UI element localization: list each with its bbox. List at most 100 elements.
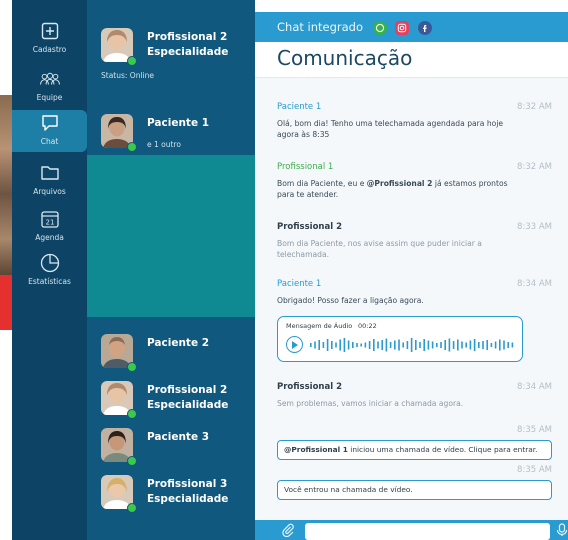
message-time: 8:33 AM [517, 222, 552, 232]
contact-name: Paciente 2 [147, 337, 210, 349]
play-button[interactable] [286, 336, 303, 353]
message-list: Paciente 1 8:32 AM Olá, bom dia! Tenho u… [255, 78, 568, 520]
instagram-icon[interactable] [395, 21, 409, 35]
waveform-bar [398, 339, 400, 351]
waveform-bar [431, 341, 434, 349]
nav-item-arquivos[interactable]: Arquivos [12, 160, 87, 208]
video-thumbnail-strip [0, 95, 12, 330]
message-time: 8:34 AM [517, 382, 552, 392]
audio-duration: 00:22 [358, 322, 377, 330]
profile-card[interactable]: Profissional 2 Especialidade [87, 24, 255, 70]
waveform-bar [507, 342, 509, 348]
whatsapp-icon[interactable] [373, 21, 387, 35]
contact-item-profissional-2[interactable]: Profissional 2 Especialidade [87, 377, 255, 423]
online-status-dot [127, 503, 137, 513]
waveform-bar [402, 342, 404, 348]
nav-item-chat[interactable]: Chat [12, 110, 87, 152]
contact-name: Profissional 3 Especialidade [147, 477, 228, 507]
waveform-bar [318, 340, 320, 350]
waveform-bar [347, 340, 350, 350]
waveform-bar [465, 342, 467, 348]
waveform-bar [335, 342, 337, 348]
chat-icon [39, 112, 61, 134]
system-message-time: 8:35 AM [517, 425, 552, 435]
contact-subtitle: e 1 outro [147, 140, 181, 149]
waveform-bar [478, 342, 480, 348]
mention[interactable]: @Profissional 2 [367, 179, 433, 188]
waveform-bar [436, 343, 438, 347]
waveform-bar [444, 340, 446, 350]
waveform-bar [356, 343, 358, 347]
message-time: 8:34 AM [517, 279, 552, 289]
nav-item-agenda[interactable]: 21 Agenda [12, 206, 87, 254]
message-text: Bom dia Paciente, nos avise assim que pu… [277, 239, 482, 259]
icon-sidebar: Cadastro Equipe Chat Arquivos 21 Agenda [12, 0, 87, 540]
message-sender: Paciente 1 [277, 102, 322, 112]
message-input[interactable] [305, 523, 550, 540]
waveform-bar [410, 338, 413, 352]
message-sender: Profissional 2 [277, 382, 343, 392]
waveform-bar [461, 341, 463, 349]
waveform-bar [406, 341, 409, 349]
system-message-text: iniciou uma chamada de vídeo. Clique par… [347, 445, 538, 454]
team-icon [39, 68, 61, 90]
plus-square-icon [39, 20, 61, 42]
waveform-bar [394, 340, 396, 350]
nav-item-estatisticas[interactable]: Estatísticas [12, 250, 87, 298]
system-message-text: Você entrou na chamada de vídeo. [284, 485, 413, 494]
waveform-bar [381, 340, 383, 350]
waveform-bar [343, 338, 346, 352]
folder-icon [39, 162, 61, 184]
message-time: 8:32 AM [517, 162, 552, 172]
contact-item-profissional-3[interactable]: Profissional 3 Especialidade [87, 471, 255, 517]
waveform-bar [427, 340, 430, 350]
waveform-bar [314, 341, 316, 349]
nav-label: Arquivos [33, 187, 66, 196]
online-status-dot [127, 456, 137, 466]
status-text: Status: Online [101, 71, 155, 80]
online-status-dot [127, 56, 137, 66]
contact-item-paciente-2[interactable]: Paciente 2 [87, 330, 255, 376]
waveform-bar [360, 343, 362, 347]
contact-item-paciente-1[interactable]: Paciente 1 e 1 outro [87, 110, 255, 156]
nav-label: Chat [40, 137, 59, 146]
waveform-bar [385, 338, 388, 352]
contact-item-paciente-3[interactable]: Paciente 3 [87, 424, 255, 470]
waveform-bar [322, 342, 325, 348]
contacts-panel: Profissional 2 Especialidade Status: Onl… [87, 0, 255, 540]
contact-name: Profissional 2 Especialidade [147, 383, 228, 413]
waveform-bar [440, 342, 442, 348]
facebook-icon[interactable] [418, 21, 432, 35]
video-call-joined-notice: Você entrou na chamada de vídeo. [277, 480, 552, 500]
message-text-part: Bom dia Paciente, eu e [277, 179, 367, 188]
waveform-bar [486, 340, 488, 350]
paperclip-icon[interactable] [281, 523, 295, 537]
pie-chart-icon [39, 252, 61, 274]
message-text: Sem problemas, vamos iniciar a chamada a… [277, 399, 464, 408]
audio-message: Mensagem de Áudio 00:22 [277, 316, 523, 362]
waveform-icon[interactable] [310, 337, 518, 353]
waveform-bar [490, 343, 493, 347]
audio-label: Mensagem de Áudio [286, 322, 353, 330]
waveform-bar [423, 339, 425, 351]
waveform-bar [415, 340, 417, 350]
microphone-icon[interactable] [556, 523, 568, 537]
contact-name-line1: Profissional 2 [147, 384, 228, 396]
profile-name-line2: Especialidade [147, 46, 229, 58]
waveform-bar [310, 343, 312, 347]
video-call-started-notice[interactable]: @Profissional 1 iniciou uma chamada de v… [277, 440, 552, 460]
contact-name-line2: Especialidade [147, 493, 229, 505]
nav-item-cadastro[interactable]: Cadastro [12, 18, 87, 66]
waveform-bar [448, 338, 451, 352]
online-status-dot [127, 142, 137, 152]
waveform-bar [503, 340, 505, 350]
contact-name-line1: Profissional 3 [147, 478, 228, 490]
chat-panel: Chat integrado Comunicação Paciente 1 8:… [255, 0, 568, 540]
waveform-bar [373, 339, 375, 351]
composer-bar [255, 520, 568, 540]
mention[interactable]: @Profissional 1 [284, 445, 348, 454]
waveform-bar [368, 341, 371, 349]
message-sender: Profissional 2 [277, 222, 343, 232]
nav-label: Equipe [36, 93, 63, 102]
nav-item-equipe[interactable]: Equipe [12, 66, 87, 114]
